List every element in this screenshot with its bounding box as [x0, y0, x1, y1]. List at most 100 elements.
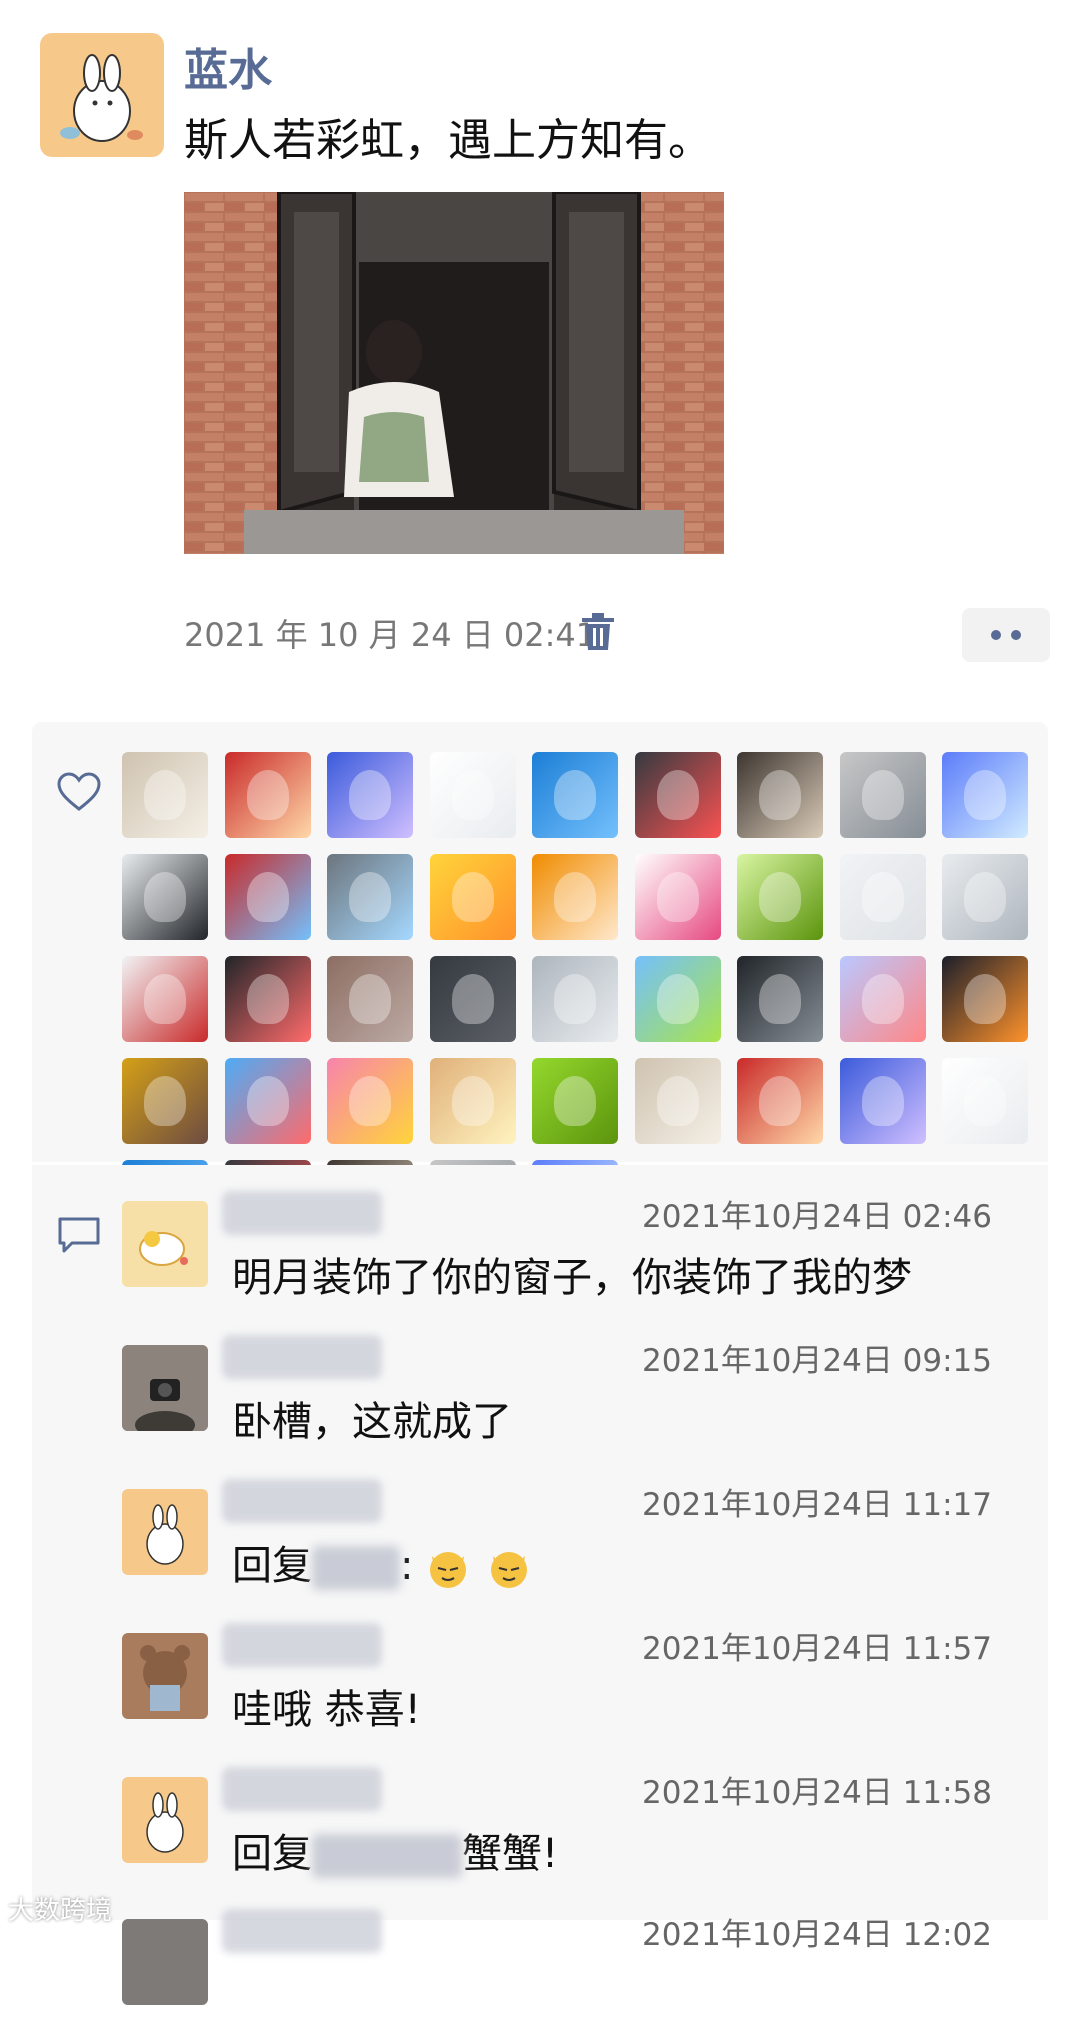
- comment-time: 2021年10月24日 02:46: [642, 1199, 992, 1235]
- comment-item[interactable]: 2021年10月24日 02:46 明月装饰了你的窗子，你装饰了我的梦: [122, 1191, 1022, 1311]
- reply-prefix: 回复: [232, 1831, 312, 1877]
- commenter-avatar[interactable]: [122, 1345, 208, 1431]
- avatar-figure: [246, 1076, 289, 1126]
- like-avatar[interactable]: [327, 956, 413, 1042]
- comment-item[interactable]: 2021年10月24日 11:57 哇哦 恭喜!: [122, 1623, 1022, 1743]
- commenter-name-blurred[interactable]: [222, 1909, 382, 1953]
- like-avatar[interactable]: [532, 956, 618, 1042]
- reply-text: 蟹蟹!: [462, 1831, 559, 1877]
- avatar-figure: [246, 872, 289, 922]
- comment-time: 2021年10月24日 11:17: [642, 1487, 992, 1523]
- commenter-name-blurred[interactable]: [222, 1767, 382, 1811]
- like-avatar[interactable]: [634, 752, 721, 838]
- like-avatar[interactable]: [634, 854, 721, 940]
- avatar-figure: [144, 974, 186, 1024]
- like-avatar[interactable]: [737, 956, 823, 1042]
- like-avatar[interactable]: [224, 1058, 311, 1144]
- avatar-figure: [451, 1076, 494, 1126]
- comment-item[interactable]: 2021年10月24日 12:02: [122, 1909, 1022, 2029]
- heart-icon: [56, 772, 102, 812]
- like-avatar[interactable]: [429, 1058, 516, 1144]
- comment-time: 2021年10月24日 11:58: [642, 1775, 992, 1811]
- avatar-figure: [861, 1076, 904, 1126]
- like-avatar[interactable]: [942, 956, 1028, 1042]
- like-avatar[interactable]: [224, 752, 311, 838]
- avatar-figure: [349, 1076, 391, 1126]
- avatar-figure: [451, 770, 494, 820]
- commenter-avatar[interactable]: [122, 1633, 208, 1719]
- like-avatar[interactable]: [327, 854, 413, 940]
- reply-target-blurred[interactable]: [312, 1834, 462, 1878]
- author-name[interactable]: 蓝水: [184, 34, 272, 98]
- like-avatar[interactable]: [634, 1058, 721, 1144]
- comment-icon: [56, 1215, 102, 1255]
- like-avatar[interactable]: [122, 1058, 208, 1144]
- avatar-figure: [554, 974, 596, 1024]
- like-avatar[interactable]: [839, 854, 926, 940]
- like-avatar[interactable]: [737, 1058, 823, 1144]
- like-avatar[interactable]: [224, 956, 311, 1042]
- avatar-figure: [451, 974, 494, 1024]
- like-avatar[interactable]: [429, 956, 516, 1042]
- like-avatar[interactable]: [429, 752, 516, 838]
- commenter-avatar[interactable]: [122, 1489, 208, 1575]
- like-avatar[interactable]: [122, 752, 208, 838]
- commenter-avatar[interactable]: [122, 1919, 208, 2005]
- avatar-figure: [759, 974, 801, 1024]
- like-avatar[interactable]: [942, 854, 1028, 940]
- likes-panel: [32, 722, 1048, 1246]
- watermark-text: 大数跨境: [8, 1896, 113, 1926]
- comment-text: 哇哦 恭喜!: [232, 1687, 421, 1733]
- reply-prefix: 回复: [232, 1543, 312, 1589]
- comment-text: 明月装饰了你的窗子，你装饰了我的梦: [232, 1255, 912, 1301]
- comment-item[interactable]: 2021年10月24日 11:58 回复 蟹蟹!: [122, 1767, 1022, 1887]
- trash-icon[interactable]: [580, 612, 616, 652]
- like-avatar[interactable]: [327, 752, 413, 838]
- like-avatar[interactable]: [737, 854, 823, 940]
- comment-text: 回复:: [232, 1533, 535, 1591]
- post-photo[interactable]: [184, 192, 724, 554]
- commenter-name-blurred[interactable]: [222, 1191, 382, 1235]
- like-avatar[interactable]: [737, 752, 823, 838]
- like-avatar[interactable]: [122, 854, 208, 940]
- like-avatar[interactable]: [942, 1058, 1028, 1144]
- commenter-avatar[interactable]: [122, 1777, 208, 1863]
- like-avatar[interactable]: [327, 1058, 413, 1144]
- commenter-name-blurred[interactable]: [222, 1335, 382, 1379]
- avatar-figure: [759, 770, 801, 820]
- commenter-name-blurred[interactable]: [222, 1623, 382, 1667]
- commenter-name-blurred[interactable]: [222, 1479, 382, 1523]
- avatar-figure: [964, 1076, 1006, 1126]
- like-avatar[interactable]: [122, 956, 208, 1042]
- like-avatar[interactable]: [839, 956, 926, 1042]
- like-avatar[interactable]: [429, 854, 516, 940]
- like-avatar[interactable]: [532, 854, 618, 940]
- avatar-figure: [964, 872, 1006, 922]
- like-avatar[interactable]: [634, 956, 721, 1042]
- like-avatar[interactable]: [942, 752, 1028, 838]
- avatar-figure: [656, 770, 699, 820]
- like-avatar[interactable]: [839, 752, 926, 838]
- like-avatar[interactable]: [839, 1058, 926, 1144]
- avatar-figure: [349, 974, 391, 1024]
- comment-time: 2021年10月24日 09:15: [642, 1343, 992, 1379]
- avatar-figure: [759, 1076, 801, 1126]
- reply-target-blurred[interactable]: [312, 1546, 400, 1590]
- like-avatar[interactable]: [532, 752, 618, 838]
- avatar-figure: [656, 1076, 699, 1126]
- dot-icon: [1011, 630, 1021, 640]
- avatar-figure: [964, 770, 1006, 820]
- avatar-figure: [246, 974, 289, 1024]
- comment-item[interactable]: 2021年10月24日 11:17 回复:: [122, 1479, 1022, 1599]
- avatar-figure: [554, 770, 596, 820]
- post-timestamp: 2021 年 10 月 24 日 02:41: [184, 616, 597, 654]
- comment-item[interactable]: 2021年10月24日 09:15 卧槽，这就成了: [122, 1335, 1022, 1455]
- avatar-figure: [144, 1076, 186, 1126]
- author-avatar[interactable]: [40, 33, 164, 157]
- comment-time: 2021年10月24日 11:57: [642, 1631, 992, 1667]
- avatar-figure: [656, 872, 699, 922]
- commenter-avatar[interactable]: [122, 1201, 208, 1287]
- like-avatar[interactable]: [224, 854, 311, 940]
- more-options-button[interactable]: [962, 608, 1050, 662]
- like-avatar[interactable]: [532, 1058, 618, 1144]
